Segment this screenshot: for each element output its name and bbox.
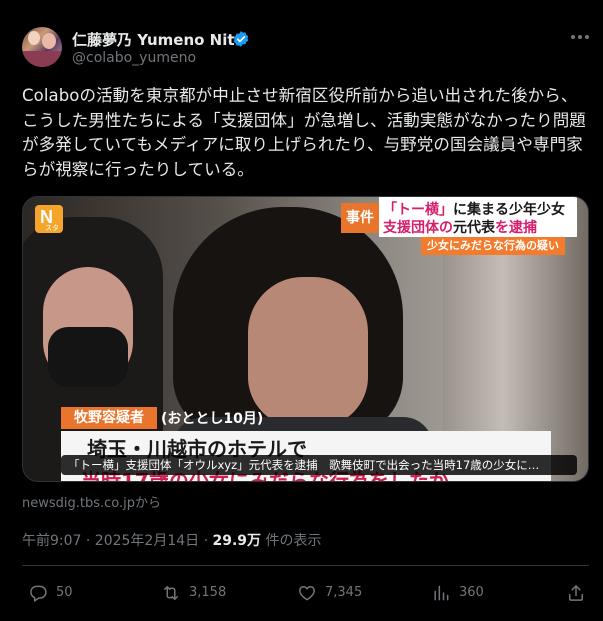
views-count: 360 bbox=[459, 585, 484, 600]
view-count: 29.9万 bbox=[212, 533, 262, 549]
divider bbox=[22, 565, 589, 566]
like-icon bbox=[299, 586, 315, 601]
link-card-title[interactable]: 「トー横」支援団体「オウルxyz」元代表を逮捕 歌舞伎町で出会った当時17歳の少… bbox=[61, 455, 577, 475]
headline-line1: 「トー横」に集まる少年少女 bbox=[383, 202, 565, 218]
news-logo-icon: N スタ bbox=[35, 205, 63, 233]
verified-icon bbox=[233, 31, 249, 47]
link-source[interactable]: newsdig.tbs.co.jpから bbox=[22, 492, 161, 511]
headline-line2: 支援団体の元代表を逮捕 bbox=[383, 220, 537, 236]
repost-icon bbox=[164, 586, 178, 600]
views-icon bbox=[434, 585, 449, 601]
display-name[interactable]: 仁藤夢乃 Yumeno Nito bbox=[72, 29, 245, 50]
repost-count: 3,158 bbox=[189, 585, 227, 600]
name-date: (おととし10月) bbox=[161, 411, 264, 427]
post: 仁藤夢乃 Yumeno Nito @colabo_yumeno Colaboの活… bbox=[0, 0, 603, 621]
reply-count: 50 bbox=[56, 585, 73, 600]
more-icon[interactable] bbox=[571, 30, 591, 44]
reply-icon bbox=[30, 585, 47, 602]
share-icon bbox=[569, 585, 583, 601]
link-card-media[interactable]: N スタ 事件 「トー横」に集まる少年少女 支援団体の元代表を逮捕 少女にみだら… bbox=[22, 196, 589, 482]
handle[interactable]: @colabo_yumeno bbox=[72, 50, 196, 66]
name-tag: 牧野容疑者 bbox=[61, 407, 157, 429]
like-count: 7,345 bbox=[325, 585, 363, 600]
avatar[interactable] bbox=[22, 27, 62, 67]
post-meta: 午前9:07 · 2025年2月14日 · 29.9万 件の表示 bbox=[22, 530, 322, 550]
subheadline-tag: 少女にみだらな行為の疑い bbox=[421, 237, 565, 255]
category-tag: 事件 bbox=[341, 203, 379, 233]
timestamp[interactable]: 午前9:07 · 2025年2月14日 · bbox=[22, 533, 213, 549]
post-text: Colaboの活動を東京都が中止させ新宿区役所前から追い出された後から、こうした… bbox=[22, 86, 586, 179]
view-suffix: 件の表示 bbox=[261, 533, 322, 549]
